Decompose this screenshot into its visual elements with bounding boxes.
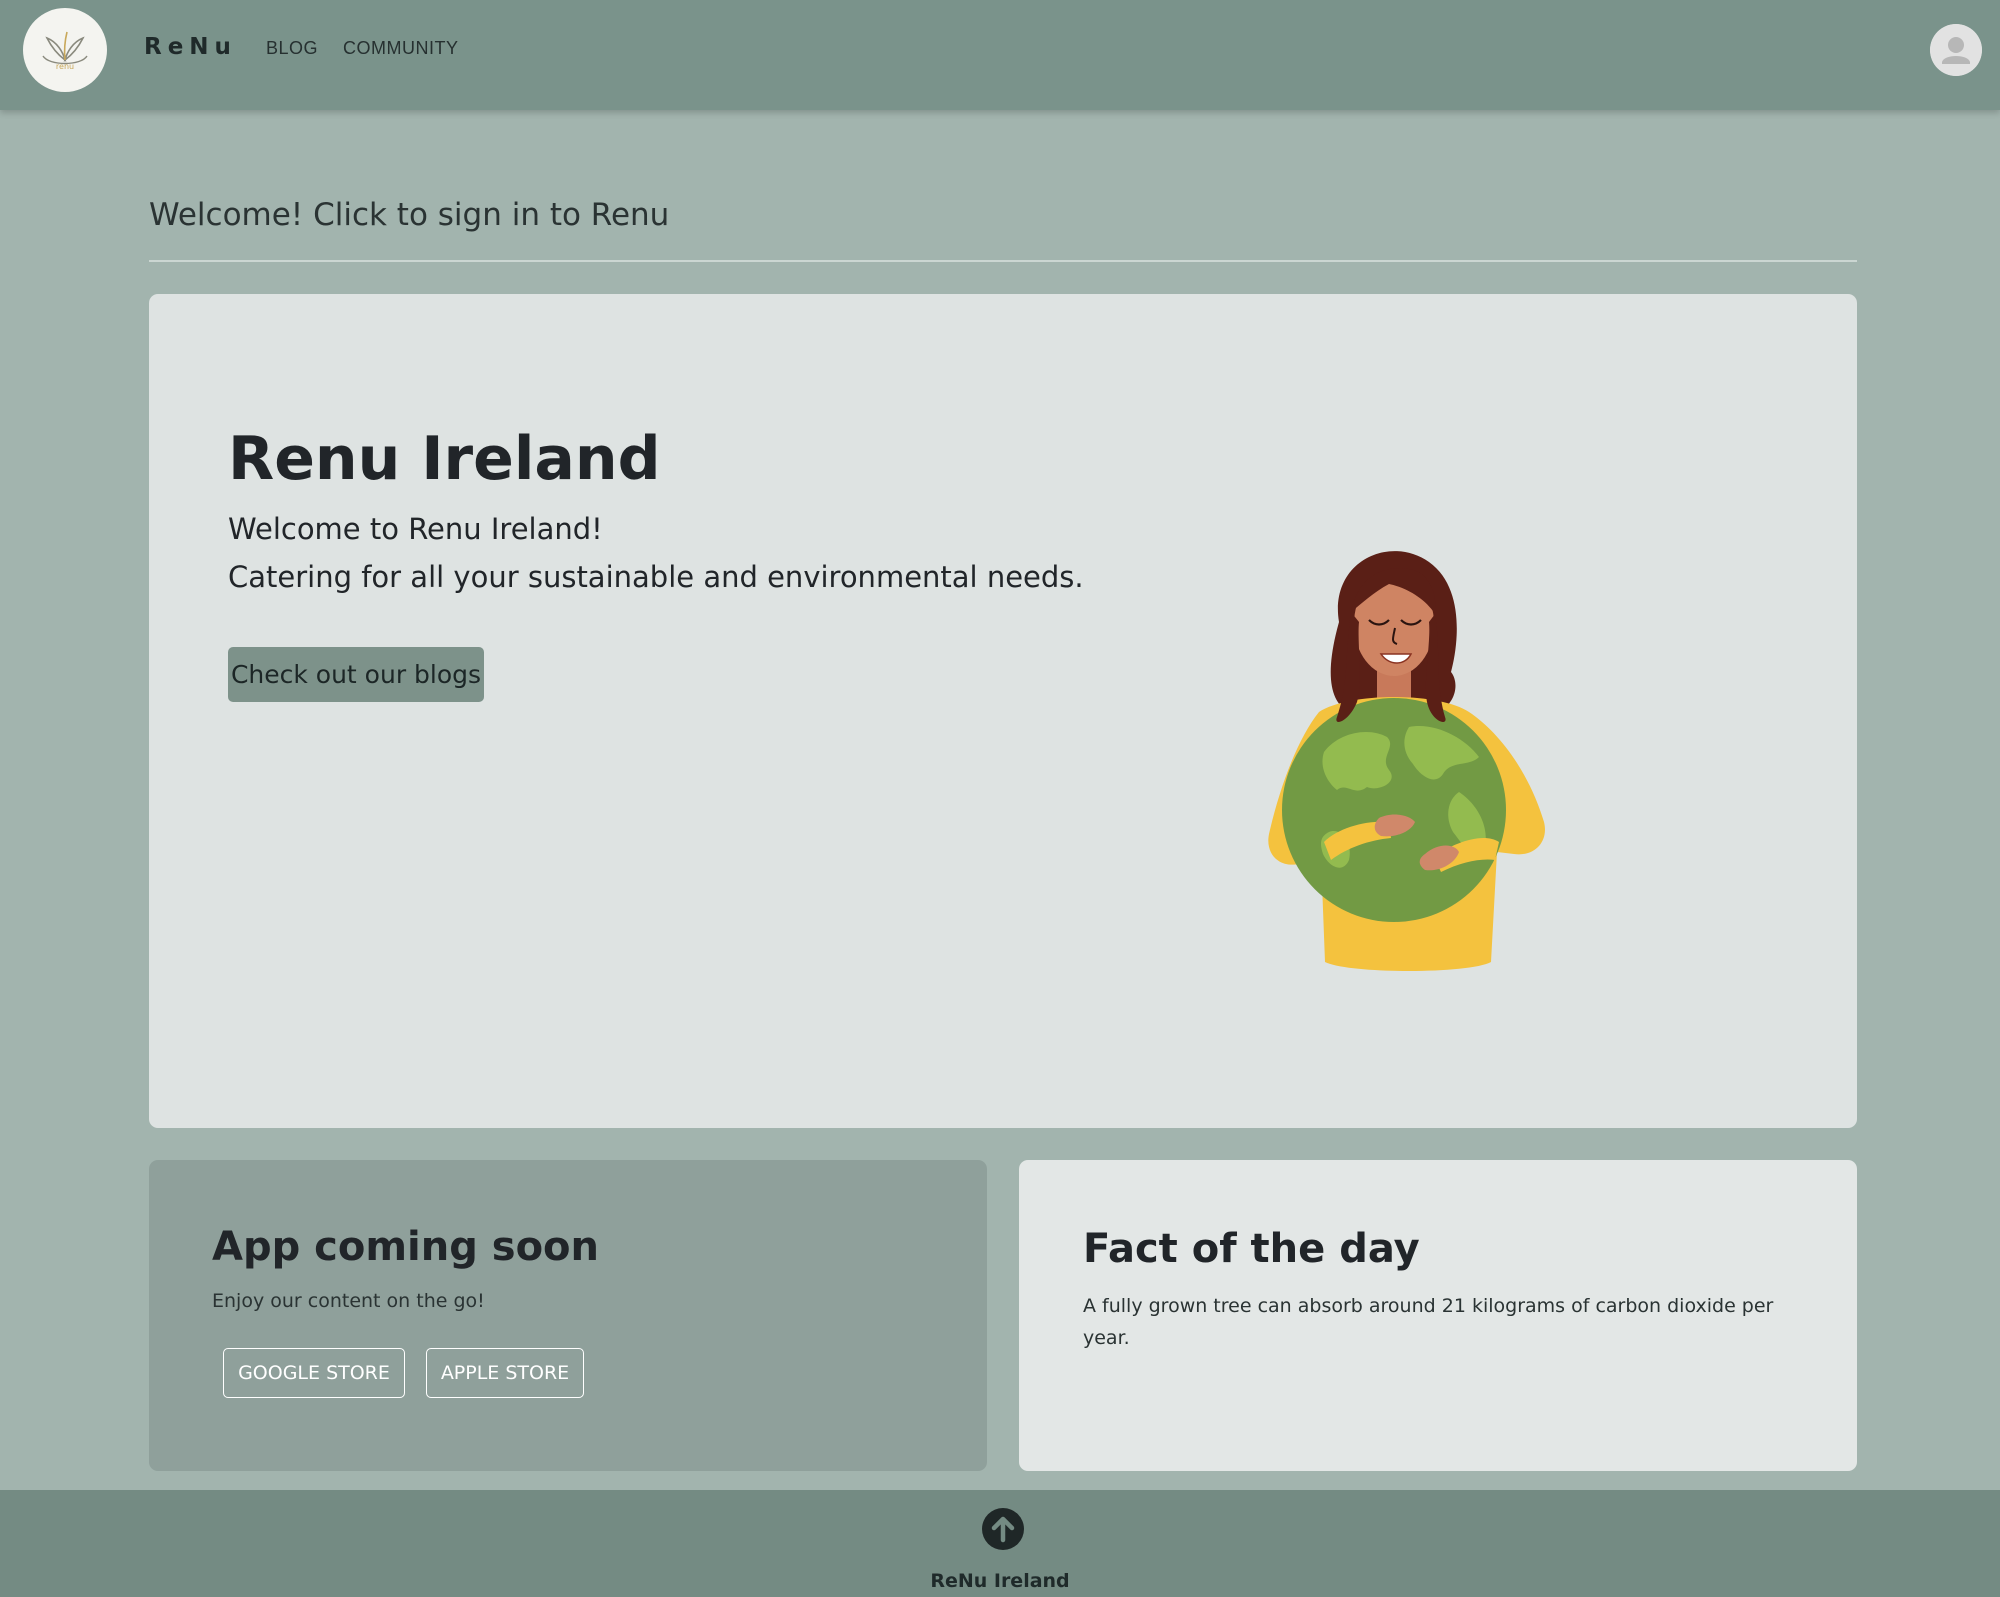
user-avatar-icon[interactable] xyxy=(1930,24,1982,76)
apple-store-button[interactable]: APPLE STORE xyxy=(426,1348,584,1398)
hero-tagline: Catering for all your sustainable and en… xyxy=(228,560,1084,594)
fact-card-text: A fully grown tree can absorb around 21 … xyxy=(1083,1295,1774,1349)
hero-title: Renu Ireland xyxy=(228,424,661,494)
hero-card: Renu Ireland Welcome to Renu Ireland! Ca… xyxy=(149,294,1857,1128)
divider xyxy=(149,260,1857,262)
brand-name[interactable]: ReNu xyxy=(144,34,237,60)
fact-card-title: Fact of the day xyxy=(1083,1226,1420,1272)
app-coming-soon-card: App coming soon Enjoy our content on the… xyxy=(149,1160,987,1471)
svg-text:renu: renu xyxy=(56,62,74,71)
nav-link-blog[interactable]: BLOG xyxy=(266,38,318,59)
nav-link-community[interactable]: COMMUNITY xyxy=(343,38,459,59)
woman-hugging-earth-illustration xyxy=(1229,542,1589,980)
renu-logo-icon[interactable]: renu xyxy=(23,8,107,92)
fact-of-the-day-card: Fact of the day A fully grown tree can a… xyxy=(1019,1160,1857,1471)
sign-in-prompt[interactable]: Welcome! Click to sign in to Renu xyxy=(149,197,669,233)
footer: ReNu Ireland xyxy=(0,1490,2000,1597)
check-out-blogs-button[interactable]: Check out our blogs xyxy=(228,647,484,702)
app-card-title: App coming soon xyxy=(212,1224,600,1270)
hero-welcome-text: Welcome to Renu Ireland! xyxy=(228,512,603,546)
top-navbar: renu ReNu BLOG COMMUNITY xyxy=(0,0,2000,110)
app-card-subtitle: Enjoy our content on the go! xyxy=(212,1290,485,1312)
footer-brand-text: ReNu Ireland xyxy=(930,1570,1070,1592)
google-store-button[interactable]: GOOGLE STORE xyxy=(223,1348,405,1398)
arrow-up-circle-icon[interactable] xyxy=(982,1508,1024,1550)
